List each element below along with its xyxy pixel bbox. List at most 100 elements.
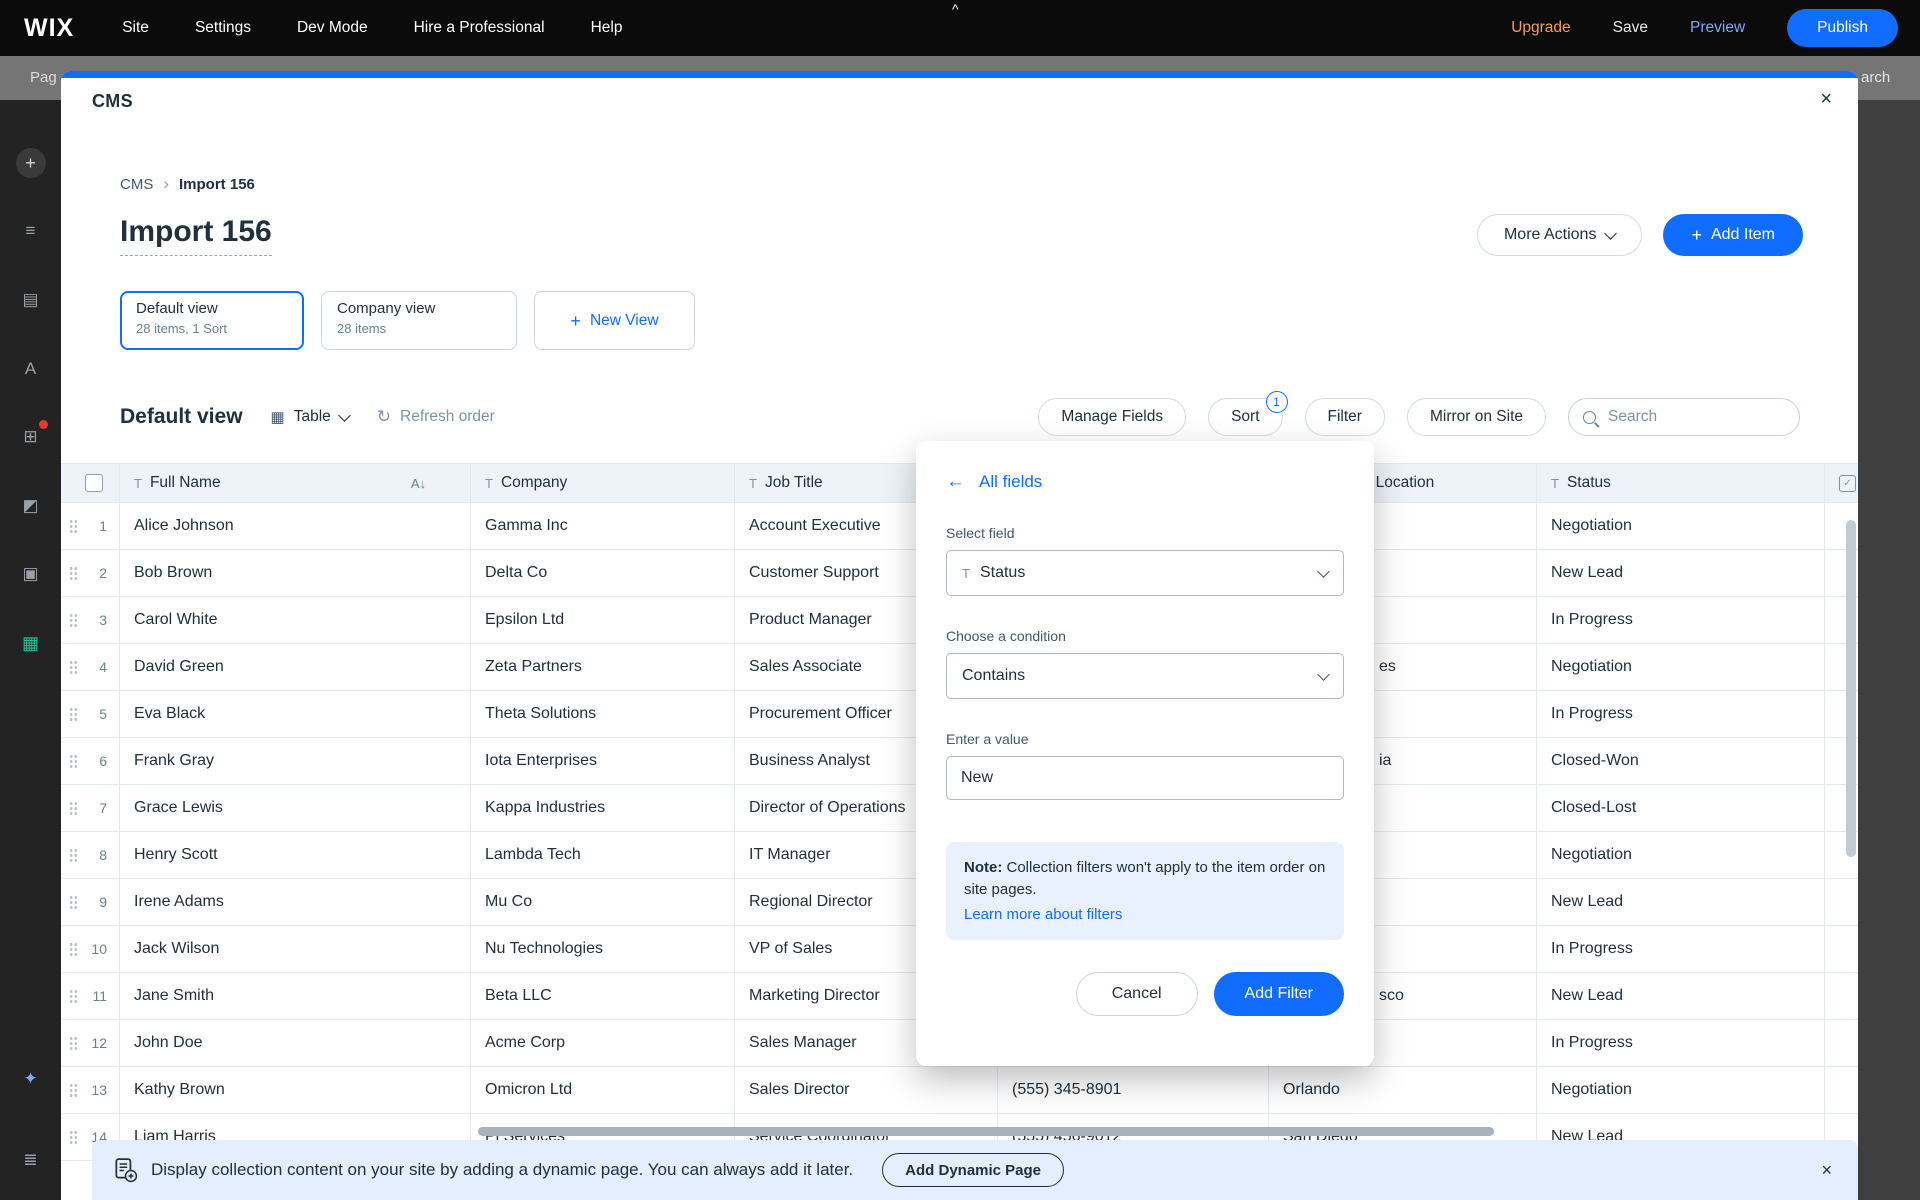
cell-name[interactable]: Kathy Brown — [120, 1067, 471, 1114]
collapse-caret-icon[interactable]: ^ — [952, 1, 959, 17]
drag-handle-icon[interactable] — [69, 660, 78, 675]
cell-phone[interactable]: (555) 345-8901 — [998, 1067, 1269, 1114]
close-icon[interactable]: × — [1820, 88, 1832, 111]
drag-handle-icon[interactable] — [69, 566, 78, 581]
cell-name[interactable]: Eva Black — [120, 691, 471, 738]
app-market-icon[interactable]: ⊞ — [0, 420, 61, 454]
add-filter-button[interactable]: Add Filter — [1214, 972, 1344, 1016]
media-icon[interactable]: ▣ — [0, 557, 61, 591]
cell-status[interactable]: New Lead — [1537, 550, 1825, 597]
breadcrumb-cms[interactable]: CMS — [120, 176, 153, 193]
search-box[interactable] — [1568, 398, 1800, 436]
cell-company[interactable]: Beta LLC — [471, 973, 735, 1020]
cell-company[interactable]: Acme Corp — [471, 1020, 735, 1067]
collection-title[interactable]: Import 156 — [120, 215, 272, 256]
cell-company[interactable]: Iota Enterprises — [471, 738, 735, 785]
column-header-name[interactable]: TFull NameA↓ — [120, 464, 471, 503]
drag-handle-icon[interactable] — [69, 989, 78, 1004]
cell-name[interactable]: John Doe — [120, 1020, 471, 1067]
column-header-status[interactable]: TStatus — [1537, 464, 1825, 503]
close-icon[interactable]: × — [1821, 1160, 1832, 1181]
cell-status[interactable]: In Progress — [1537, 597, 1825, 644]
drag-handle-icon[interactable] — [69, 707, 78, 722]
drag-handle-icon[interactable] — [69, 1130, 78, 1145]
cell-company[interactable]: Gamma Inc — [471, 503, 735, 550]
drag-handle-icon[interactable] — [69, 754, 78, 769]
topbar-menu-settings[interactable]: Settings — [195, 19, 251, 37]
column-header-extra[interactable]: ✓C — [1825, 464, 1858, 503]
layout-selector[interactable]: ▦ Table — [271, 408, 349, 426]
condition-dropdown[interactable]: Contains — [946, 653, 1344, 699]
cell-extra[interactable] — [1825, 1067, 1858, 1114]
addons-icon[interactable]: ◩ — [0, 489, 61, 523]
drag-handle-icon[interactable] — [69, 1083, 78, 1098]
cell-company[interactable]: Lambda Tech — [471, 832, 735, 879]
field-dropdown[interactable]: T Status — [946, 550, 1344, 596]
cell-status[interactable]: Closed-Lost — [1537, 785, 1825, 832]
preview-link[interactable]: Preview — [1690, 19, 1745, 37]
text-theme-icon[interactable]: A — [0, 352, 61, 386]
cell-status[interactable]: Negotiation — [1537, 503, 1825, 550]
cell-name[interactable]: Jane Smith — [120, 973, 471, 1020]
cell-status[interactable]: New Lead — [1537, 879, 1825, 926]
cell-company[interactable]: Omicron Ltd — [471, 1067, 735, 1114]
layers-icon[interactable]: ≣ — [0, 1143, 61, 1177]
horizontal-scrollbar[interactable] — [478, 1127, 1494, 1136]
cell-status[interactable]: In Progress — [1537, 691, 1825, 738]
select-all-checkbox[interactable] — [85, 474, 103, 492]
cms-icon[interactable]: ▦ — [0, 626, 61, 660]
drag-handle-icon[interactable] — [69, 848, 78, 863]
cell-company[interactable]: Delta Co — [471, 550, 735, 597]
drag-handle-icon[interactable] — [69, 895, 78, 910]
drag-handle-icon[interactable] — [69, 1036, 78, 1051]
cell-name[interactable]: Bob Brown — [120, 550, 471, 597]
add-item-button[interactable]: + Add Item — [1663, 214, 1803, 256]
add-dynamic-page-button[interactable]: Add Dynamic Page — [882, 1153, 1064, 1187]
cell-company[interactable]: Theta Solutions — [471, 691, 735, 738]
drag-handle-icon[interactable] — [69, 801, 78, 816]
cell-status[interactable]: Negotiation — [1537, 1067, 1825, 1114]
new-view-button[interactable]: + New View — [534, 291, 695, 350]
cell-company[interactable]: Nu Technologies — [471, 926, 735, 973]
cell-company[interactable]: Kappa Industries — [471, 785, 735, 832]
topbar-menu-dev-mode[interactable]: Dev Mode — [297, 19, 368, 37]
learn-more-link[interactable]: Learn more about filters — [964, 904, 1122, 926]
view-card-company[interactable]: Company view 28 items — [321, 291, 517, 350]
view-card-default[interactable]: Default view 28 items, 1 Sort — [120, 291, 304, 350]
filter-button[interactable]: Filter — [1305, 398, 1385, 436]
pages-icon[interactable]: ▤ — [0, 283, 61, 317]
filter-value-input[interactable] — [946, 756, 1344, 800]
drag-handle-icon[interactable] — [69, 942, 78, 957]
more-actions-button[interactable]: More Actions — [1477, 214, 1642, 256]
cell-status[interactable]: Negotiation — [1537, 832, 1825, 879]
cell-job[interactable]: Sales Director — [735, 1067, 998, 1114]
cell-status[interactable]: In Progress — [1537, 1020, 1825, 1067]
drag-handle-icon[interactable] — [69, 519, 78, 534]
cell-location[interactable]: Orlando — [1269, 1067, 1537, 1114]
search-input[interactable] — [1606, 407, 1785, 427]
vertical-scrollbar[interactable] — [1846, 520, 1856, 857]
all-fields-link[interactable]: All fields — [979, 472, 1042, 492]
cell-status[interactable]: Closed-Won — [1537, 738, 1825, 785]
drag-handle-icon[interactable] — [69, 613, 78, 628]
upgrade-link[interactable]: Upgrade — [1511, 19, 1570, 37]
topbar-menu-hire-a-professional[interactable]: Hire a Professional — [414, 19, 545, 37]
cell-status[interactable]: In Progress — [1537, 926, 1825, 973]
mirror-on-site-button[interactable]: Mirror on Site — [1407, 398, 1546, 436]
cell-extra[interactable] — [1825, 926, 1858, 973]
cell-extra[interactable] — [1825, 879, 1858, 926]
cell-name[interactable]: Frank Gray — [120, 738, 471, 785]
cell-name[interactable]: Alice Johnson — [120, 503, 471, 550]
cell-extra[interactable] — [1825, 973, 1858, 1020]
refresh-order-button[interactable]: ↻ Refresh order — [377, 407, 495, 427]
cell-name[interactable]: Grace Lewis — [120, 785, 471, 832]
cell-company[interactable]: Epsilon Ltd — [471, 597, 735, 644]
manage-fields-button[interactable]: Manage Fields — [1038, 398, 1186, 436]
cell-name[interactable]: Irene Adams — [120, 879, 471, 926]
cell-status[interactable]: New Lead — [1537, 973, 1825, 1020]
add-element-icon[interactable]: + — [0, 146, 61, 180]
cell-name[interactable]: Jack Wilson — [120, 926, 471, 973]
cell-status[interactable]: Negotiation — [1537, 644, 1825, 691]
topbar-menu-site[interactable]: Site — [122, 19, 149, 37]
cell-company[interactable]: Zeta Partners — [471, 644, 735, 691]
